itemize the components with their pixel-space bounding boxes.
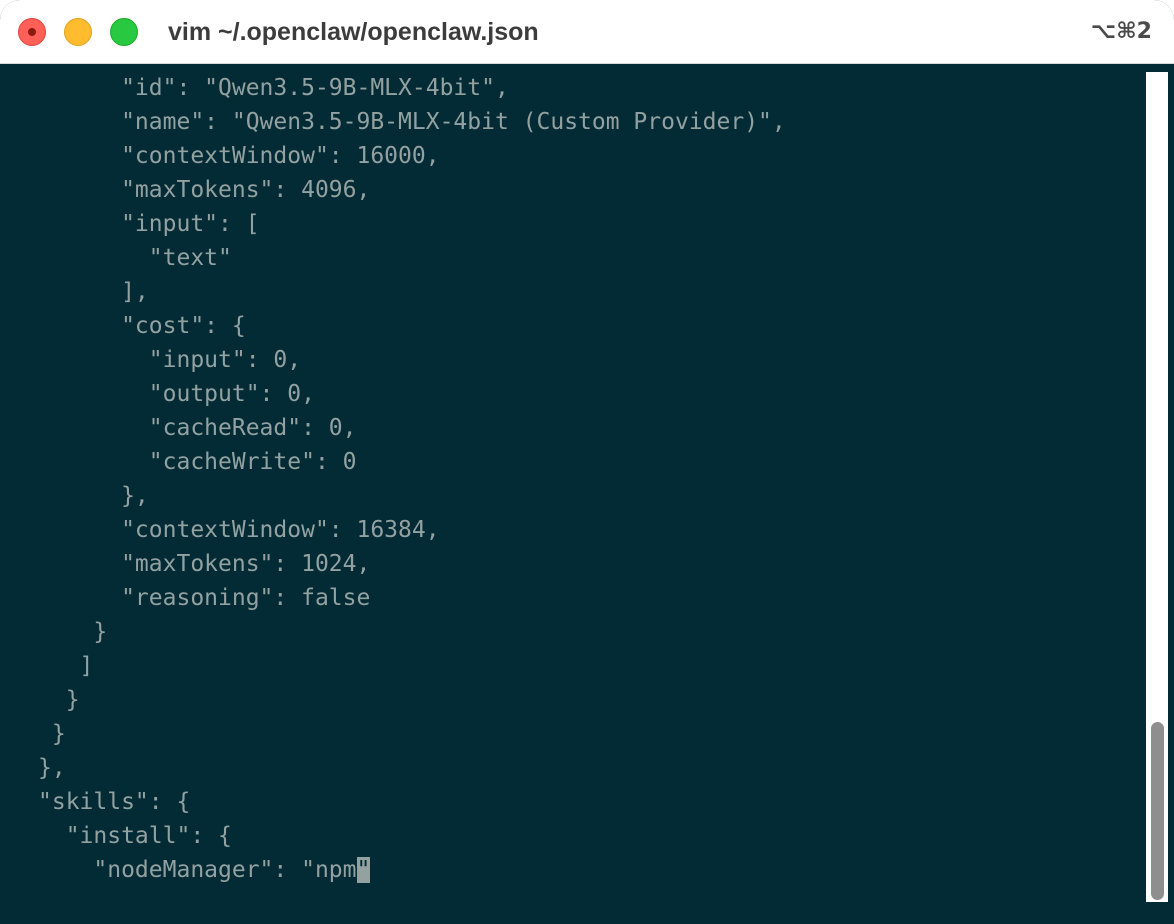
code-line: "cacheRead": 0,	[38, 415, 357, 441]
tab-shortcut-label: ⌥⌘2	[1090, 19, 1152, 44]
code-line: "contextWindow": 16384,	[38, 517, 440, 543]
code-line: "cost": {	[38, 313, 246, 339]
terminal-window: vim ~/.openclaw/openclaw.json ⌥⌘2 "id": …	[0, 0, 1174, 924]
code-line: },	[38, 755, 66, 781]
zoom-button[interactable]	[110, 18, 138, 46]
code-line: "input": 0,	[38, 347, 302, 373]
code-line: "install": {	[38, 823, 232, 849]
close-icon	[28, 28, 36, 36]
code-line: ]	[38, 653, 94, 679]
code-line: "contextWindow": 16000,	[38, 143, 440, 169]
code-line: }	[38, 721, 66, 747]
close-button[interactable]	[18, 18, 46, 46]
code-line-text: "nodeManager": "npm	[38, 857, 357, 883]
text-cursor: "	[356, 857, 371, 883]
code-line: },	[38, 483, 149, 509]
code-line: "maxTokens": 1024,	[38, 551, 371, 577]
code-line: "cacheWrite": 0	[38, 449, 357, 475]
code-line: "skills": {	[38, 789, 191, 815]
code-line: }	[38, 687, 80, 713]
scrollbar-thumb[interactable]	[1151, 722, 1164, 900]
title-bar[interactable]: vim ~/.openclaw/openclaw.json ⌥⌘2	[0, 0, 1174, 64]
code-line: "input": [	[38, 211, 260, 237]
code-line-current: "nodeManager": "npm"	[38, 853, 786, 887]
code-line: "text"	[38, 245, 232, 271]
code-buffer[interactable]: "id": "Qwen3.5-9B-MLX-4bit", "name": "Qw…	[38, 71, 786, 887]
code-line: "reasoning": false	[38, 585, 371, 611]
code-line: "output": 0,	[38, 381, 315, 407]
window-title: vim ~/.openclaw/openclaw.json	[168, 18, 539, 46]
code-line: }	[38, 619, 108, 645]
code-line: "name": "Qwen3.5-9B-MLX-4bit (Custom Pro…	[38, 109, 786, 135]
code-line: "id": "Qwen3.5-9B-MLX-4bit",	[38, 75, 509, 101]
vim-editor[interactable]: "id": "Qwen3.5-9B-MLX-4bit", "name": "Qw…	[0, 64, 1146, 924]
code-line: "maxTokens": 4096,	[38, 177, 371, 203]
minimize-button[interactable]	[64, 18, 92, 46]
code-line: ],	[38, 279, 149, 305]
